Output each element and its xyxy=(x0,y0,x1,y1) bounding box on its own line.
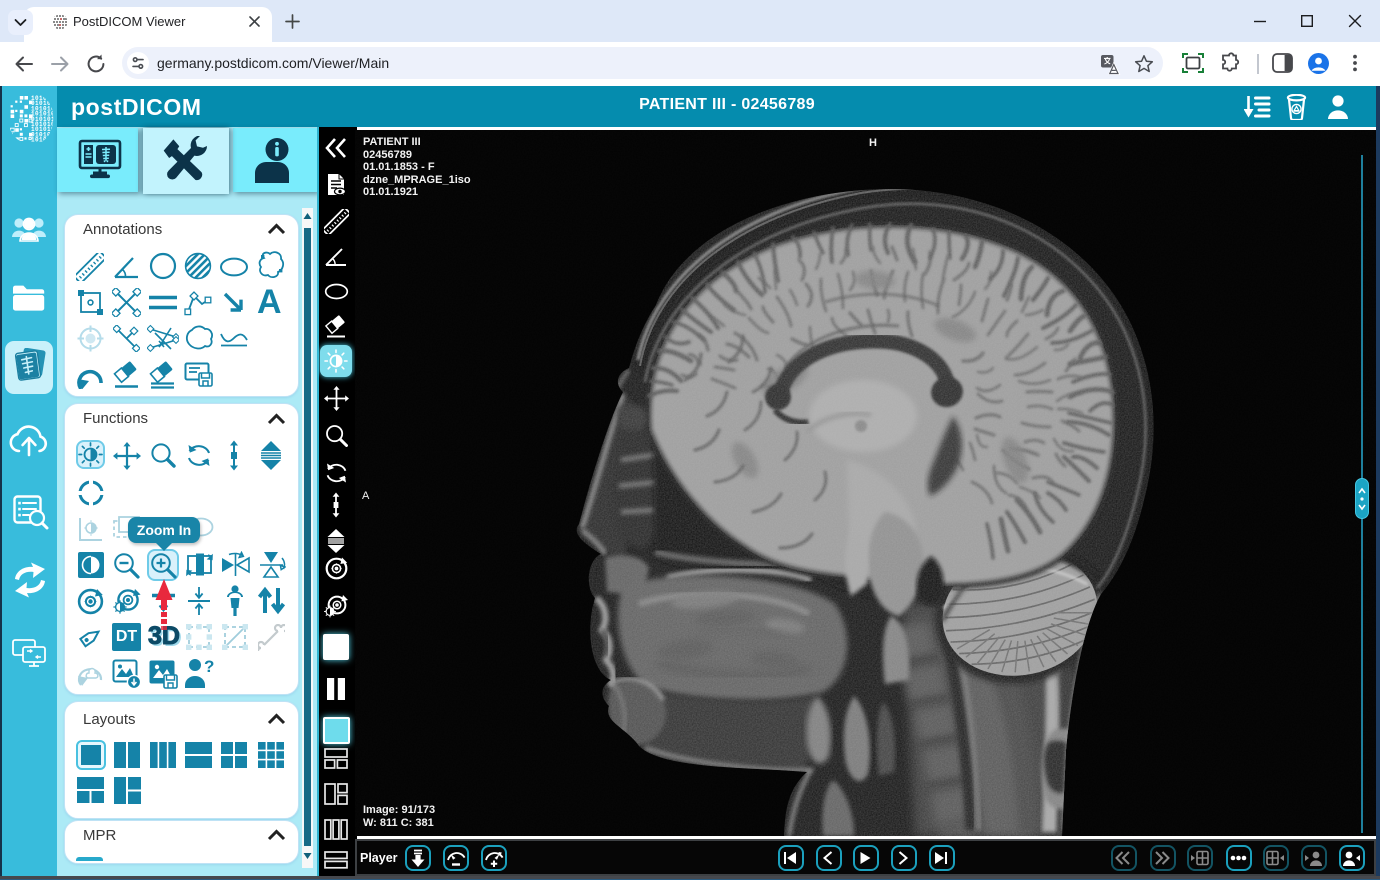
svg-text:1010101: 1010101 xyxy=(31,137,56,144)
svg-text:?: ? xyxy=(204,658,214,676)
